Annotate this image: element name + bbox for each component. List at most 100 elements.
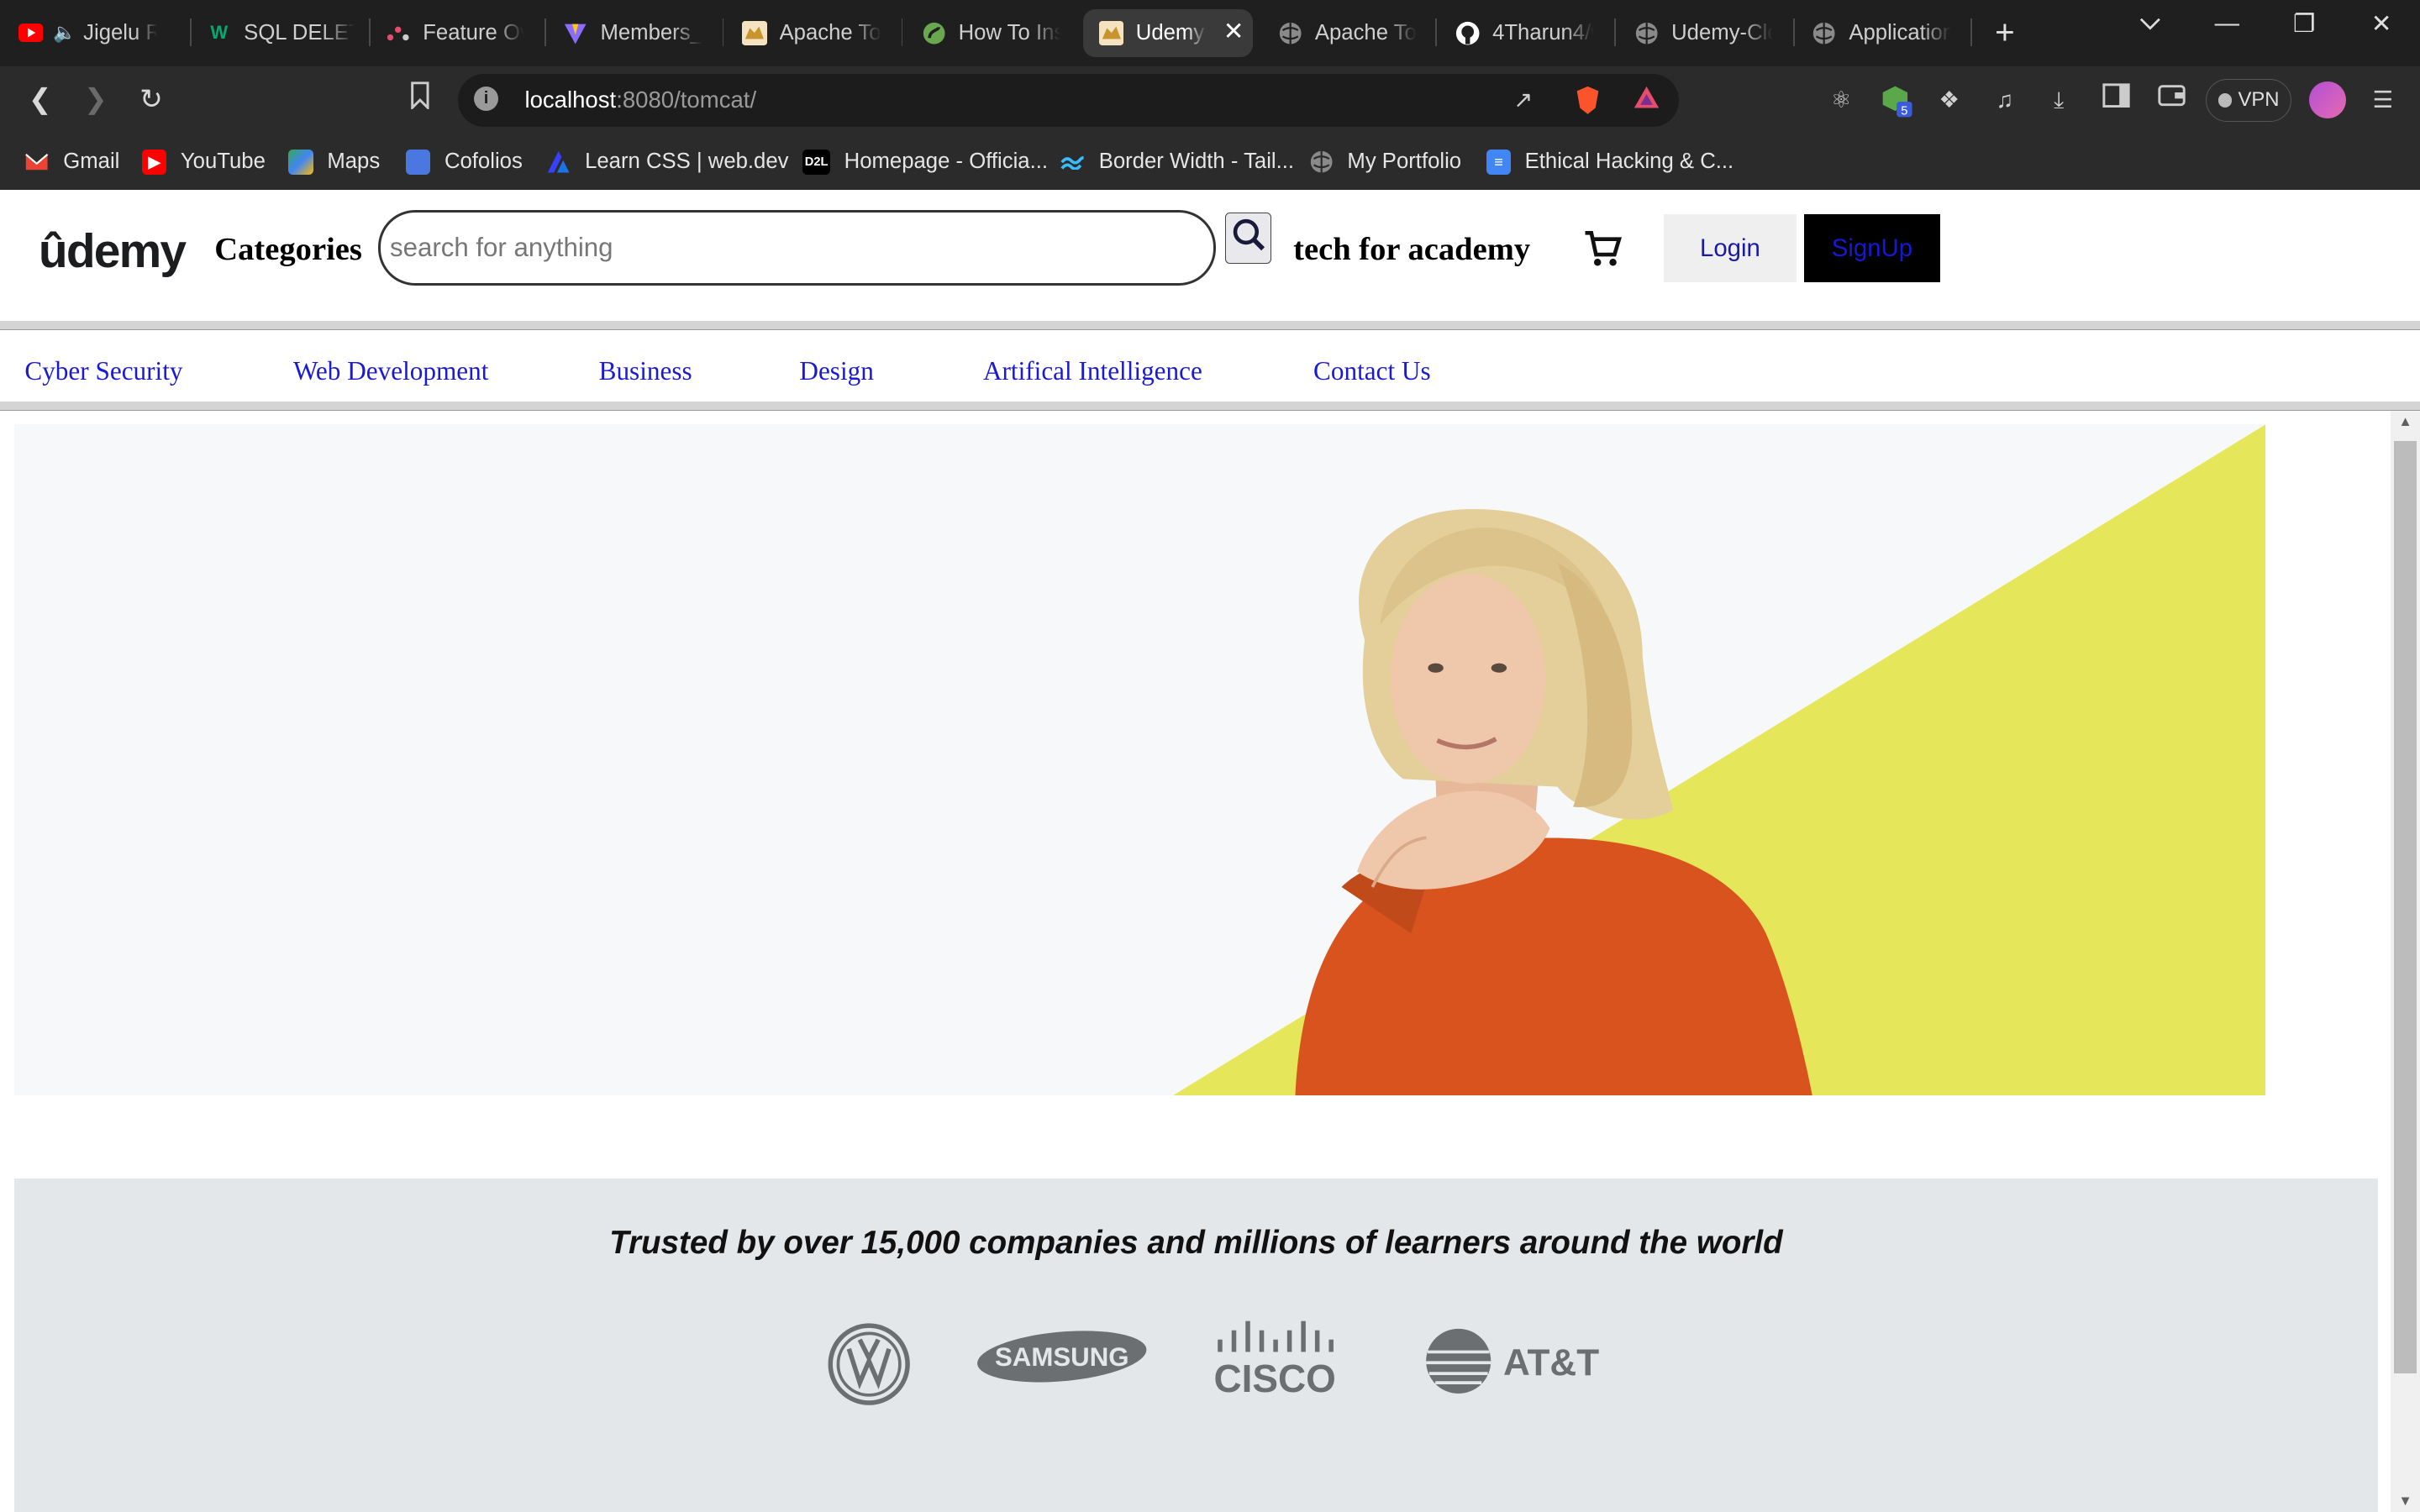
back-arrow-icon[interactable]: ❮	[22, 81, 59, 118]
login-button[interactable]: Login	[1663, 214, 1797, 283]
media-controls-icon[interactable]: ♫	[1988, 83, 2022, 117]
nav-link-artificial-intelligence[interactable]: Artifical Intelligence	[983, 356, 1202, 386]
url-text[interactable]: localhost:8080/tomcat/	[524, 87, 756, 113]
close-window-button[interactable]: ✕	[2358, 9, 2404, 39]
bookmark-ethical-hacking[interactable]: ≡ Ethical Hacking & C...	[1486, 146, 1733, 177]
udemy-logo[interactable]: ûdemy	[39, 218, 187, 279]
nav-link-design[interactable]: Design	[799, 356, 873, 386]
att-logo: AT&T	[1426, 1328, 1599, 1394]
tab-apache-tomcat[interactable]: Apache Tom	[742, 9, 890, 57]
maps-icon	[288, 150, 313, 175]
tagline: tech for academy	[1293, 232, 1531, 268]
page-scrollbar[interactable]: ▲ ▼	[2391, 410, 2420, 1512]
reload-icon[interactable]: ↻	[133, 81, 170, 118]
tutorial-icon	[922, 21, 946, 45]
svg-text:5: 5	[1901, 105, 1907, 118]
tab-jigelu[interactable]: 🔈 Jigelu R	[18, 9, 185, 57]
svg-text:SAMSUNG: SAMSUNG	[995, 1341, 1129, 1371]
extensions-puzzle-icon[interactable]: ❖	[1933, 83, 1966, 117]
tab-application[interactable]: Application	[1812, 9, 1960, 57]
bookmark-tailwind[interactable]: Border Width - Tail...	[1060, 146, 1294, 177]
tab-how-to-install[interactable]: How To Inst	[922, 9, 1070, 57]
globe-icon	[1278, 21, 1302, 45]
trusted-by-section: Trusted by over 15,000 companies and mil…	[13, 1179, 2379, 1512]
sidebar-icon[interactable]	[2099, 83, 2133, 117]
d2l-icon: D2L	[802, 150, 831, 175]
bookmark-icon[interactable]	[402, 81, 439, 118]
nav-link-cyber-security[interactable]: Cyber Security	[24, 356, 182, 386]
bookmark-cofolios[interactable]: Cofolios	[406, 146, 523, 177]
vpn-button[interactable]: VPN	[2205, 78, 2292, 123]
browser-toolbar: ❮ ❯ ↻ i localhost:8080/tomcat/ ↗ ⚛ 5 ❖ ♫…	[0, 66, 2420, 134]
hero-banner	[13, 424, 2266, 1096]
site-info-icon[interactable]: i	[473, 86, 499, 112]
search-icon	[1234, 219, 1265, 251]
signup-button[interactable]: SignUp	[1804, 214, 1940, 283]
minimize-button[interactable]: —	[2204, 9, 2250, 38]
audio-playing-icon[interactable]: 🔈	[53, 21, 76, 45]
tomcat-icon	[742, 20, 767, 46]
bookmark-gmail[interactable]: Gmail	[24, 146, 119, 177]
nav-link-web-development[interactable]: Web Development	[293, 356, 488, 386]
bookmarks-bar: Gmail ▶ YouTube Maps Cofolios Learn CSS |…	[0, 134, 2420, 190]
browser-tab-strip: 🔈 Jigelu R W SQL DELETE Feature Ov Membe…	[0, 0, 2420, 66]
tab-udemy-active[interactable]: Udemy ✕	[1083, 9, 1254, 57]
tab-apache-tomcat-2[interactable]: Apache Tom	[1278, 9, 1426, 57]
company-logos: SAMSUNG CISCO AT&T	[813, 1318, 1616, 1408]
volkswagen-logo	[828, 1322, 910, 1405]
docs-icon: ≡	[1486, 150, 1512, 175]
shopping-cart-icon[interactable]	[1581, 227, 1623, 270]
globe-icon	[1634, 21, 1659, 45]
restore-button[interactable]: ❐	[2281, 9, 2328, 39]
svg-text:CISCO: CISCO	[1213, 1357, 1335, 1400]
vpn-status-icon	[2217, 93, 2233, 108]
search-input[interactable]	[377, 209, 1217, 286]
nav-link-business[interactable]: Business	[599, 356, 692, 386]
nav-link-contact-us[interactable]: Contact Us	[1313, 356, 1431, 386]
close-tab-icon[interactable]: ✕	[1223, 17, 1244, 46]
gmail-icon	[24, 150, 49, 174]
tab-search-chevron-icon[interactable]	[2127, 9, 2173, 38]
vite-icon	[563, 21, 587, 45]
search-button[interactable]	[1225, 213, 1272, 265]
brave-rewards-icon[interactable]	[1631, 85, 1662, 116]
forward-arrow-icon[interactable]: ❯	[77, 81, 114, 118]
tab-github[interactable]: 4Tharun4/w	[1455, 9, 1603, 57]
bookmark-maps[interactable]: Maps	[288, 146, 380, 177]
address-bar[interactable]: i localhost:8080/tomcat/ ↗	[458, 74, 1680, 127]
youtube-icon: ▶	[141, 150, 167, 175]
feature-icon	[386, 21, 410, 45]
scroll-up-arrow-icon[interactable]: ▲	[2391, 411, 2420, 433]
globe-icon	[1812, 21, 1836, 45]
bookmark-webdev[interactable]: Learn CSS | web.dev	[546, 146, 789, 177]
menu-icon[interactable]: ☰	[2366, 83, 2400, 117]
tab-feature-overview[interactable]: Feature Ov	[386, 9, 534, 57]
tab-udemy-clone[interactable]: Udemy-Clo	[1634, 9, 1782, 57]
bookmark-youtube[interactable]: ▶ YouTube	[141, 146, 266, 177]
wallet-icon[interactable]	[2154, 83, 2188, 117]
react-devtools-icon[interactable]: ⚛	[1824, 83, 1858, 117]
tomcat-icon	[1098, 20, 1124, 46]
profile-avatar[interactable]	[2308, 81, 2346, 119]
nav-divider	[0, 401, 2420, 411]
web-page: ûdemy Categories tech for academy Login …	[0, 189, 2420, 1512]
tailwind-icon	[1060, 150, 1085, 174]
scroll-down-arrow-icon[interactable]: ▼	[2391, 1490, 2420, 1512]
svg-text:AT&T: AT&T	[1503, 1341, 1599, 1383]
brave-shields-icon[interactable]	[1573, 85, 1604, 116]
scrollbar-thumb[interactable]	[2393, 441, 2417, 1373]
categories-label[interactable]: Categories	[214, 231, 362, 268]
extension-cube-icon[interactable]: 5	[1880, 83, 1913, 118]
cisco-logo: CISCO	[1213, 1320, 1336, 1400]
new-tab-button[interactable]: +	[1988, 13, 2022, 53]
bookmark-my-portfolio[interactable]: My Portfolio	[1309, 146, 1461, 177]
samsung-logo: SAMSUNG	[976, 1330, 1147, 1382]
tab-sql-delete[interactable]: W SQL DELETE	[207, 9, 364, 57]
globe-icon	[1309, 150, 1334, 174]
tab-members[interactable]: Members_i	[563, 9, 711, 57]
share-icon[interactable]: ↗	[1507, 85, 1539, 116]
downloads-icon[interactable]: ⤓	[2042, 83, 2075, 117]
bookmark-d2l[interactable]: D2L Homepage - Officia...	[802, 146, 1048, 177]
youtube-icon	[18, 21, 44, 45]
category-nav: Cyber Security Web Development Business …	[0, 356, 2420, 393]
